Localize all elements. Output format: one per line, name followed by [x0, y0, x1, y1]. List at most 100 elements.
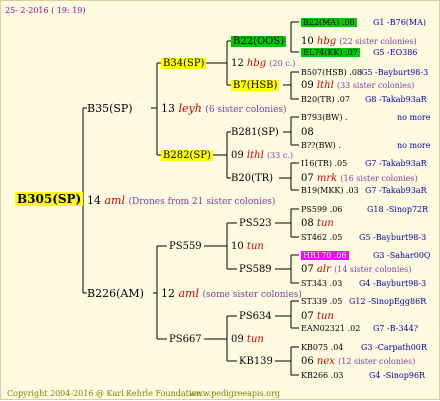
ps667-num: 09: [231, 334, 244, 345]
node-ps589[interactable]: PS589: [239, 263, 272, 276]
st339-link[interactable]: G12 -SinopEgg86R: [349, 295, 426, 308]
ps667-info: 09 tun: [231, 333, 264, 346]
node-b19[interactable]: B19(MKK) .03: [301, 184, 359, 197]
node-st343[interactable]: ST343 .03: [301, 277, 342, 290]
node-ps667[interactable]: PS667: [169, 333, 202, 346]
b34-id[interactable]: B34(SP): [161, 58, 207, 69]
b7-num: 09: [301, 80, 314, 91]
root-race: aml: [104, 194, 126, 207]
ps523-num: 08: [301, 218, 314, 229]
node-st339[interactable]: ST339 .05: [301, 295, 342, 308]
b282-race: lthl: [246, 150, 264, 161]
b34-note: (20 c.): [269, 59, 296, 68]
ps634-race: tun: [316, 311, 334, 322]
b34-info: 12 hbg (20 c.): [231, 57, 295, 70]
node-b22-oos[interactable]: B22(OOS): [231, 35, 287, 48]
i16-link[interactable]: G7 -Takab93aR: [365, 157, 427, 170]
ps559-race: tun: [246, 241, 264, 252]
hr170-link[interactable]: G3 -Sahar00Q: [373, 249, 430, 262]
b35-info: 13 leyh (6 sister colonies): [161, 102, 287, 117]
node-kb075[interactable]: KB075 .04: [301, 341, 343, 354]
ps634-num: 07: [301, 311, 314, 322]
ps589-num: 07: [301, 264, 314, 275]
pedigree-frame: 25- 2-2016 ( 19: 19) B305(SP) 14 aml (Dr…: [0, 0, 440, 400]
node-b20-tr[interactable]: B20(TR) .07: [301, 93, 350, 106]
b22-oos-id[interactable]: B22(OOS): [231, 36, 287, 47]
node-hr170[interactable]: HR170 .06: [301, 249, 349, 262]
node-b507[interactable]: B507(HSB) .08: [301, 66, 362, 79]
node-bqq[interactable]: B??(BW) .: [301, 139, 341, 152]
node-b22-ma[interactable]: B22(MA) .08: [301, 16, 357, 29]
b7-note: (33 sister colonies): [336, 81, 415, 90]
node-b7[interactable]: B7(HSB): [231, 79, 280, 92]
node-el74[interactable]: EL74(KK) .07: [301, 46, 360, 59]
kb266-link[interactable]: G4 -Sinop96R: [369, 369, 425, 382]
b20-race: mrk: [316, 173, 338, 184]
el74-id[interactable]: EL74(KK) .07: [301, 48, 360, 57]
node-ps559[interactable]: PS559: [169, 240, 202, 253]
b793-link: no more: [397, 113, 431, 122]
ps559-info: 10 tun: [231, 240, 264, 253]
b22-oos-note: (22 sister colonies): [339, 37, 417, 46]
header-date: 25- 2-2016 ( 19: 19): [5, 6, 86, 15]
node-ps634[interactable]: PS634: [239, 310, 272, 323]
b19-link[interactable]: G7 -Takab93aR: [365, 184, 427, 197]
b35-note: (6 sister colonies): [205, 105, 287, 115]
ps589-race: alr: [316, 264, 331, 275]
b7-id[interactable]: B7(HSB): [231, 80, 280, 91]
st462-link[interactable]: G5 -Bayburt98-3: [359, 231, 426, 244]
b20-tr-link[interactable]: G8 -Takab93aR: [365, 93, 427, 106]
st343-link[interactable]: G4 -Bayburt98-3: [359, 277, 426, 290]
b7-race: lthl: [316, 80, 334, 91]
ps523-race: tun: [316, 218, 334, 229]
b226-num: 12: [161, 287, 175, 300]
root-num: 14: [87, 194, 101, 207]
node-ean[interactable]: EAN02321 .02: [301, 322, 360, 335]
kb139-race: nex: [316, 356, 335, 367]
b7-info: 09 lthl (33 sister colonies): [301, 79, 414, 92]
b22-ma-id[interactable]: B22(MA) .08: [301, 18, 357, 27]
ps559-num: 10: [231, 241, 244, 252]
root-info: 14 aml (Drones from 21 sister colonies): [87, 194, 275, 209]
ps589-info: 07 alr (14 sister colonies): [301, 263, 411, 276]
node-b35[interactable]: B35(SP): [87, 102, 133, 115]
node-kb266[interactable]: KB266 .03: [301, 369, 343, 382]
node-b226[interactable]: B226(AM): [87, 287, 144, 300]
root-note: (Drones from 21 sister colonies): [128, 197, 276, 207]
b34-num: 12: [231, 58, 244, 69]
b281-num: 08: [301, 127, 314, 138]
node-b34[interactable]: B34(SP): [161, 57, 207, 70]
b22-ma-link[interactable]: G1 -B76(MA): [373, 16, 426, 29]
b507-link[interactable]: G5 -Bayburt98-3: [361, 66, 428, 79]
node-b281[interactable]: B281(SP): [231, 126, 279, 139]
b20-note: (16 sister colonies): [340, 174, 418, 183]
kb139-info: 06 nex (12 sister colonies): [301, 355, 415, 368]
footer-url[interactable]: www.pedigreeapis.org: [189, 387, 280, 400]
ps589-note: (14 sister colonies): [334, 265, 412, 274]
root-id[interactable]: B305(SP): [15, 192, 84, 206]
b35-num: 13: [161, 102, 175, 115]
node-ps599[interactable]: PS599 .06: [301, 203, 342, 216]
node-st462[interactable]: ST462 .05: [301, 231, 342, 244]
root-node[interactable]: B305(SP): [15, 192, 84, 206]
ps523-info: 08 tun: [301, 217, 334, 230]
ps599-link[interactable]: G18 -Sinop72R: [367, 203, 428, 216]
b282-note: (33 c.): [266, 151, 293, 160]
b226-race: aml: [178, 287, 200, 300]
node-b20[interactable]: B20(TR): [231, 172, 273, 185]
el74-link[interactable]: G5 -EO386: [373, 46, 417, 59]
footer-copyright: Copyright 2004-2016 @ Karl Kehrle Founda…: [7, 389, 204, 398]
b282-id[interactable]: B282(SP): [161, 150, 213, 161]
ean-link[interactable]: G7 -B-344?: [373, 322, 418, 335]
node-kb139[interactable]: KB139: [239, 355, 273, 368]
b34-race: hbg: [246, 58, 267, 69]
b20-num: 07: [301, 173, 314, 184]
node-i16[interactable]: I16(TR) .05: [301, 157, 347, 170]
bqq-link: no more: [397, 141, 431, 150]
b35-race: leyh: [178, 102, 202, 115]
node-ps523[interactable]: PS523: [239, 217, 272, 230]
kb075-link[interactable]: G3 -Carpath00R: [361, 341, 427, 354]
node-b793[interactable]: B793(BW) .: [301, 111, 348, 124]
node-b282[interactable]: B282(SP): [161, 149, 213, 162]
hr170-id[interactable]: HR170 .06: [301, 251, 349, 260]
